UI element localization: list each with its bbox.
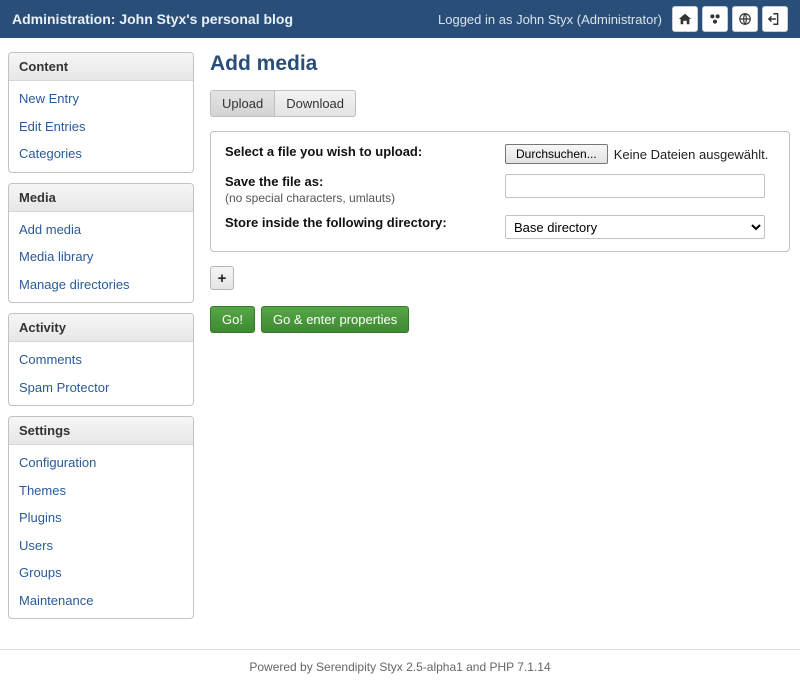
sidebar-item-categories[interactable]: Categories bbox=[9, 140, 193, 168]
sidebar-item-comments[interactable]: Comments bbox=[9, 346, 193, 374]
browse-button[interactable]: Durchsuchen... bbox=[505, 144, 608, 164]
tabs: Upload Download bbox=[210, 90, 790, 117]
tab-upload[interactable]: Upload bbox=[210, 90, 275, 117]
globe-icon[interactable] bbox=[732, 6, 758, 32]
sidebar-item-manage-directories[interactable]: Manage directories bbox=[9, 271, 193, 299]
sidebar-item-plugins[interactable]: Plugins bbox=[9, 504, 193, 532]
sidebar-section-header: Media bbox=[9, 184, 193, 212]
sidebar-section-content: Content New Entry Edit Entries Categorie… bbox=[8, 52, 194, 173]
sidebar-section-activity: Activity Comments Spam Protector bbox=[8, 313, 194, 406]
footer-divider bbox=[0, 649, 800, 650]
directory-label: Store inside the following directory: bbox=[225, 215, 505, 230]
sidebar-item-media-library[interactable]: Media library bbox=[9, 243, 193, 271]
sidebar-item-users[interactable]: Users bbox=[9, 532, 193, 560]
footer-text: Powered by Serendipity Styx 2.5-alpha1 a… bbox=[0, 656, 800, 684]
logout-icon[interactable] bbox=[762, 6, 788, 32]
go-enter-properties-button[interactable]: Go & enter properties bbox=[261, 306, 409, 333]
sidebar-section-header: Settings bbox=[9, 417, 193, 445]
sidebar-section-header: Content bbox=[9, 53, 193, 81]
save-as-label: Save the file as: bbox=[225, 174, 505, 189]
topbar: Administration: John Styx's personal blo… bbox=[0, 0, 800, 38]
page-title: Add media bbox=[210, 52, 790, 76]
file-status: Keine Dateien ausgewählt. bbox=[614, 147, 769, 162]
sidebar-item-configuration[interactable]: Configuration bbox=[9, 449, 193, 477]
add-more-button[interactable]: + bbox=[210, 266, 234, 290]
save-as-input[interactable] bbox=[505, 174, 765, 198]
tab-download[interactable]: Download bbox=[275, 90, 356, 117]
select-file-label: Select a file you wish to upload: bbox=[225, 144, 505, 159]
go-button[interactable]: Go! bbox=[210, 306, 255, 333]
topbar-title: Administration: John Styx's personal blo… bbox=[12, 11, 293, 27]
save-as-sublabel: (no special characters, umlauts) bbox=[225, 191, 505, 205]
sidebar-item-groups[interactable]: Groups bbox=[9, 559, 193, 587]
sidebar-item-new-entry[interactable]: New Entry bbox=[9, 85, 193, 113]
sidebar: Content New Entry Edit Entries Categorie… bbox=[8, 52, 194, 629]
sidebar-item-add-media[interactable]: Add media bbox=[9, 216, 193, 244]
sidebar-section-media: Media Add media Media library Manage dir… bbox=[8, 183, 194, 304]
upload-form: Select a file you wish to upload: Durchs… bbox=[210, 131, 790, 252]
sidebar-item-themes[interactable]: Themes bbox=[9, 477, 193, 505]
login-status: Logged in as John Styx (Administrator) bbox=[438, 12, 662, 27]
sidebar-item-spam-protector[interactable]: Spam Protector bbox=[9, 374, 193, 402]
directory-select[interactable]: Base directory bbox=[505, 215, 765, 239]
sidebar-section-settings: Settings Configuration Themes Plugins Us… bbox=[8, 416, 194, 619]
main-content: Add media Upload Download Select a file … bbox=[208, 52, 792, 333]
home-icon[interactable] bbox=[672, 6, 698, 32]
sidebar-item-maintenance[interactable]: Maintenance bbox=[9, 587, 193, 615]
sidebar-item-edit-entries[interactable]: Edit Entries bbox=[9, 113, 193, 141]
sidebar-section-header: Activity bbox=[9, 314, 193, 342]
settings-icon[interactable] bbox=[702, 6, 728, 32]
